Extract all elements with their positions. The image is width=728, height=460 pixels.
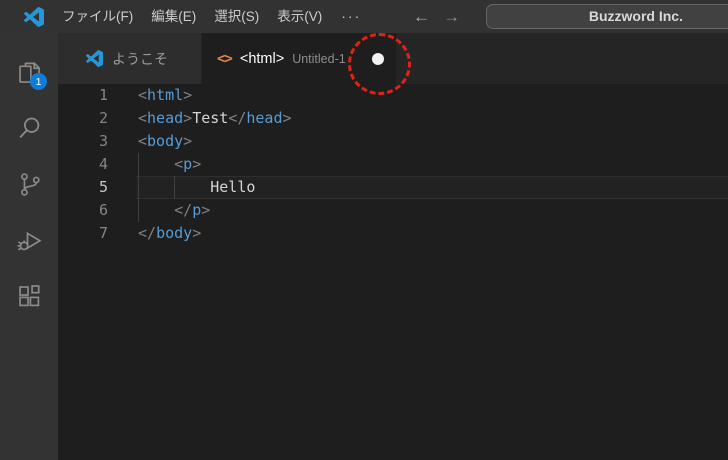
code-line[interactable]: <html> — [138, 84, 728, 107]
line-number: 6 — [98, 201, 108, 219]
run-debug-icon — [17, 231, 41, 251]
code-line[interactable]: <head>Test</head> — [138, 107, 728, 130]
menu-edit[interactable]: 編集(E) — [142, 0, 205, 33]
vscode-logo-icon — [86, 50, 103, 67]
menu-bar: ファイル(F) 編集(E) 選択(S) 表示(V) ··· — [53, 0, 371, 33]
code-line[interactable]: </body> — [138, 222, 728, 245]
code-content[interactable]: <html> <head>Test</head> <body> <p> Hello … — [136, 84, 728, 460]
vscode-window: ファイル(F) 編集(E) 選択(S) 表示(V) ··· ← → Buzzwo… — [0, 0, 728, 460]
menu-selection[interactable]: 選択(S) — [205, 0, 268, 33]
explorer-badge: 1 — [30, 73, 47, 90]
line-number: 1 — [98, 86, 108, 104]
activitybar-item-source-control[interactable] — [0, 156, 58, 212]
code-line[interactable]: </p> — [138, 199, 728, 222]
line-number: 5 — [98, 178, 108, 196]
menu-more-ellipsis[interactable]: ··· — [331, 0, 371, 33]
command-center-text: Buzzword Inc. — [588, 8, 683, 24]
tab-untitled-label: <html> — [239, 50, 285, 67]
vscode-logo-icon — [24, 6, 44, 27]
activity-bar: 1 — [0, 33, 58, 460]
menu-file[interactable]: ファイル(F) — [53, 0, 142, 33]
app-body: 1 ようこそ <> <html> Untitled-1 1 2 3 4 5 6 … — [0, 33, 728, 460]
title-bar: ファイル(F) 編集(E) 選択(S) 表示(V) ··· ← → Buzzwo… — [0, 0, 728, 33]
tab-welcome[interactable]: ようこそ — [58, 33, 202, 84]
history-nav: ← → — [413, 0, 460, 33]
editor-group: ようこそ <> <html> Untitled-1 1 2 3 4 5 6 7 <html>… — [58, 33, 728, 460]
code-line[interactable]: <p> — [138, 153, 728, 176]
html-file-icon: <> — [217, 50, 233, 67]
source-control-icon — [20, 172, 40, 196]
tab-untitled-1[interactable]: <> <html> Untitled-1 — [202, 33, 396, 84]
forward-arrow-icon[interactable]: → — [443, 0, 460, 33]
code-line[interactable]: Hello — [138, 176, 728, 199]
extensions-icon — [18, 284, 40, 306]
search-icon — [19, 117, 39, 138]
line-number-gutter: 1 2 3 4 5 6 7 — [58, 84, 136, 460]
back-arrow-icon[interactable]: ← — [413, 0, 430, 33]
tab-bar: ようこそ <> <html> Untitled-1 — [58, 33, 728, 84]
line-number: 4 — [98, 155, 108, 173]
dirty-indicator-dot[interactable] — [372, 52, 384, 65]
line-number: 7 — [98, 224, 108, 242]
activitybar-item-search[interactable] — [0, 100, 58, 156]
code-editor[interactable]: 1 2 3 4 5 6 7 <html> <head>Test</head> <body> <p… — [58, 84, 728, 460]
line-number: 3 — [98, 132, 108, 150]
tab-welcome-label: ようこそ — [112, 50, 168, 67]
menu-view[interactable]: 表示(V) — [268, 0, 331, 33]
activitybar-item-run-debug[interactable] — [0, 212, 58, 268]
code-line[interactable]: <body> — [138, 130, 728, 153]
activitybar-item-explorer[interactable]: 1 — [0, 44, 58, 100]
tab-untitled-description: Untitled-1 — [292, 51, 346, 66]
line-number: 2 — [98, 109, 108, 127]
activitybar-item-extensions[interactable] — [0, 268, 58, 324]
